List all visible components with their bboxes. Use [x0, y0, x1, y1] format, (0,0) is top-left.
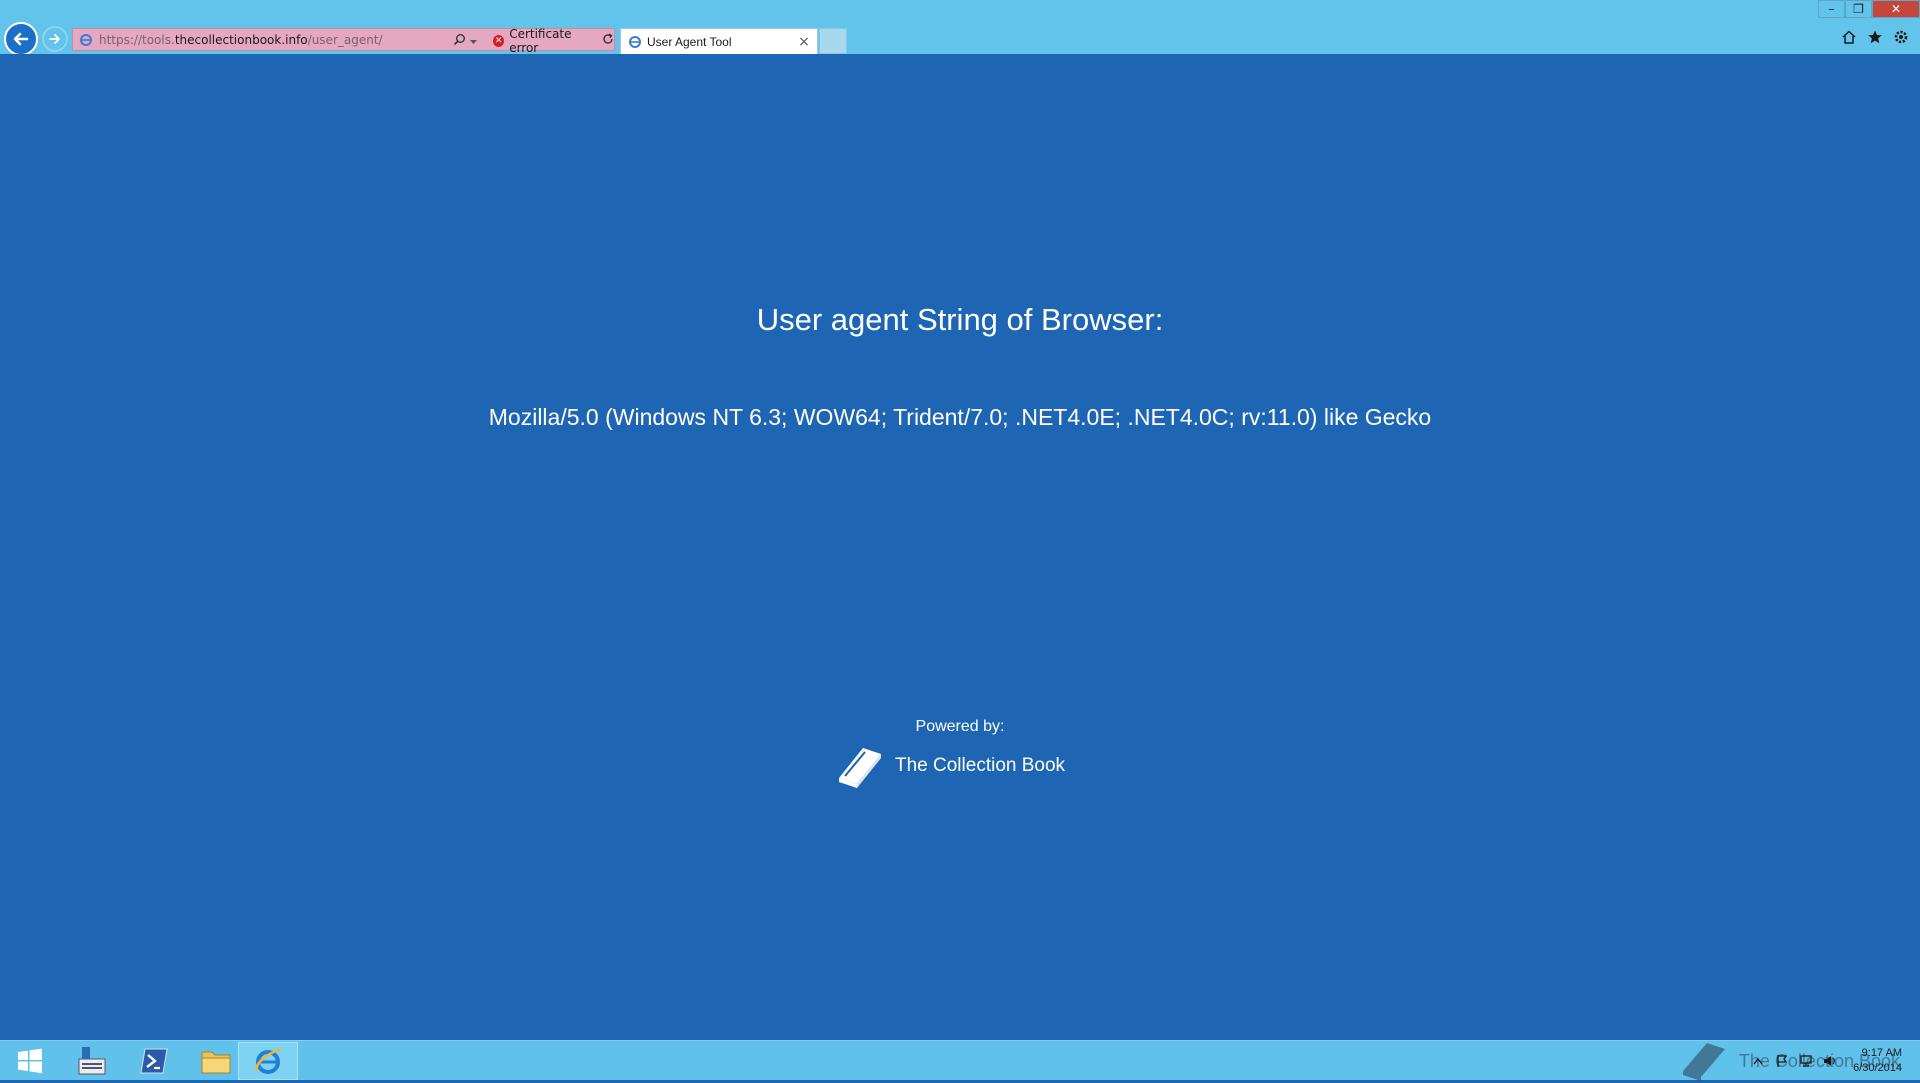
forward-arrow-icon	[49, 34, 60, 44]
network-icon[interactable]	[1798, 1053, 1814, 1069]
clock-date: 6/30/2014	[1853, 1062, 1902, 1074]
restore-button[interactable]: ❐	[1845, 0, 1872, 18]
volume-icon[interactable]	[1822, 1053, 1838, 1069]
forward-button[interactable]	[42, 26, 68, 52]
brand-link[interactable]: The Collection Book	[833, 742, 1065, 790]
start-button[interactable]	[0, 1042, 60, 1080]
user-agent-string: Mozilla/5.0 (Windows NT 6.3; WOW64; Trid…	[488, 404, 1432, 430]
gear-icon[interactable]	[1892, 28, 1910, 46]
home-icon[interactable]	[1840, 28, 1858, 46]
server-manager-button[interactable]	[62, 1042, 122, 1080]
clock-time: 9:17 AM	[1861, 1047, 1902, 1059]
show-hidden-icons-icon[interactable]	[1750, 1053, 1766, 1069]
new-tab-button[interactable]	[819, 28, 847, 54]
browser-chrome: https://tools.thecollectionbook.info/use…	[0, 0, 1920, 56]
tab-user-agent-tool[interactable]: User Agent Tool ×	[620, 28, 818, 54]
internet-explorer-icon	[255, 1048, 282, 1074]
browser-window: https://tools.thecollectionbook.info/use…	[0, 0, 1920, 1040]
powershell-icon	[140, 1048, 168, 1074]
folder-icon	[201, 1051, 231, 1074]
url-text[interactable]: https://tools.thecollectionbook.info/use…	[99, 33, 383, 47]
tab-title: User Agent Tool	[647, 34, 732, 49]
ie-tab-icon	[627, 34, 643, 50]
ie-page-icon	[77, 31, 95, 49]
browser-toolbar	[1840, 28, 1910, 46]
close-button[interactable]: ✕	[1872, 0, 1920, 18]
internet-explorer-button[interactable]	[238, 1042, 298, 1080]
page-heading: User agent String of Browser:	[756, 302, 1164, 337]
powershell-button[interactable]	[124, 1042, 184, 1080]
address-bar-icons: ✕ Certificate error	[453, 27, 614, 55]
server-manager-icon	[78, 1047, 106, 1075]
back-arrow-icon	[13, 32, 29, 46]
chevron-down-icon[interactable]	[470, 34, 477, 48]
taskbar: The Collection Book 9:17 AM 6/30/2014	[0, 1040, 1920, 1081]
brand-name: The Collection Book	[895, 755, 1066, 776]
windows-logo-icon	[18, 1048, 42, 1074]
error-icon: ✕	[493, 34, 505, 47]
search-icon[interactable]	[453, 33, 466, 49]
address-bar[interactable]: https://tools.thecollectionbook.info/use…	[72, 27, 615, 55]
certificate-error-label: Certificate error	[509, 26, 572, 55]
system-clock[interactable]: 9:17 AM 6/30/2014	[1853, 1046, 1902, 1076]
book-icon	[1682, 1043, 1725, 1081]
minimize-button[interactable]: –	[1818, 0, 1845, 18]
flag-icon[interactable]	[1774, 1053, 1790, 1069]
file-explorer-button[interactable]	[186, 1042, 246, 1080]
certificate-error-indicator[interactable]: ✕ Certificate error	[493, 27, 598, 55]
star-icon[interactable]	[1866, 28, 1884, 46]
url-host: thecollectionbook.info	[174, 32, 308, 47]
back-button[interactable]	[4, 22, 38, 56]
url-path: /user_agent/	[307, 32, 383, 47]
close-tab-icon[interactable]: ×	[795, 34, 813, 50]
refresh-icon[interactable]	[602, 33, 614, 48]
system-tray	[1750, 1053, 1838, 1069]
book-icon	[839, 748, 881, 788]
powered-by-label: Powered by:	[915, 718, 1005, 735]
page-content: User agent String of Browser: Mozilla/5.…	[0, 54, 1920, 1040]
url-prefix: https://tools.	[99, 32, 175, 47]
window-controls: – ❐ ✕	[1818, 0, 1920, 18]
